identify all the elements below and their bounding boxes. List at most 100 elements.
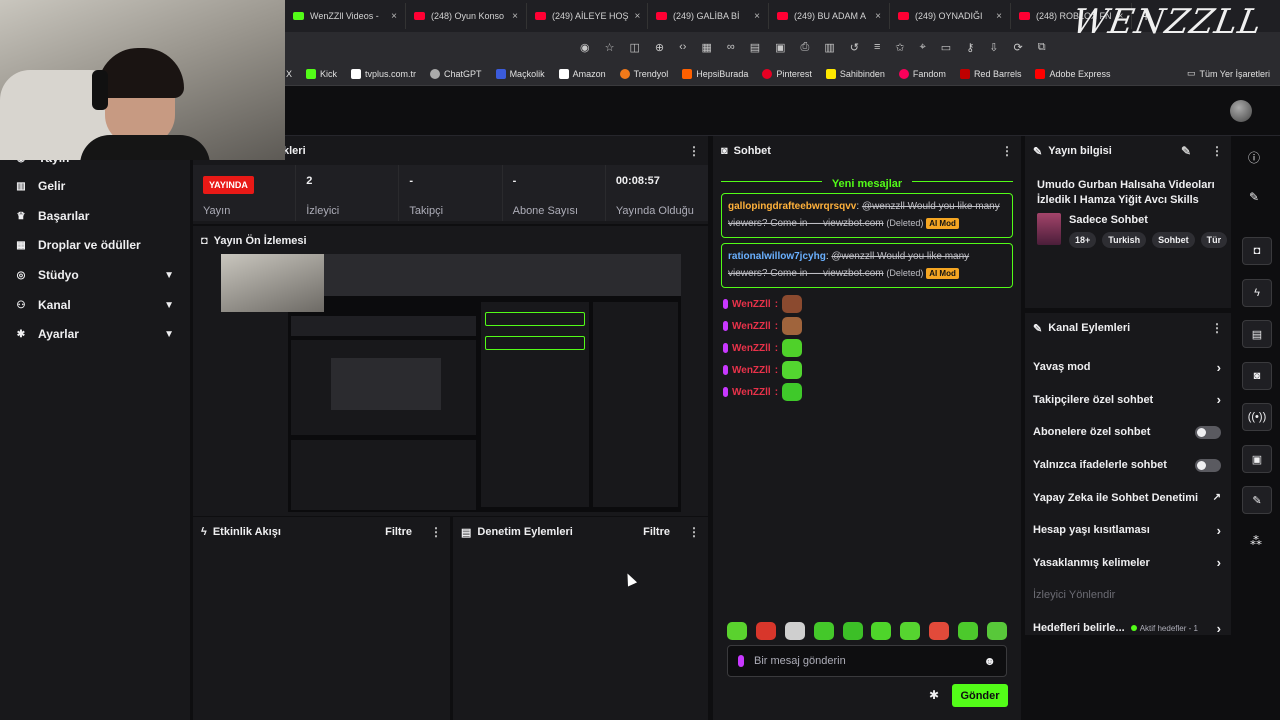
close-icon[interactable]: ×	[754, 11, 760, 22]
layout-toggle-button[interactable]: ▣	[1242, 445, 1272, 473]
preview-toggle-button[interactable]: ◘	[1242, 237, 1272, 265]
sidebar-item-basarilar[interactable]: ♛ Başarılar	[0, 202, 190, 230]
cast-icon[interactable]: ⧉	[1038, 41, 1046, 54]
emote-icon[interactable]	[958, 622, 978, 640]
chat-toggle-button[interactable]: ◙	[1242, 362, 1272, 390]
more-options-icon[interactable]: ⋮	[688, 144, 700, 158]
bookmark-mackolik[interactable]: Maçkolik	[495, 68, 545, 79]
bookmark-sahibinden[interactable]: Sahibinden	[825, 68, 885, 79]
chat-message-flagged[interactable]: gallopingdrafteebwrqrsqvv: @wenzzll Woul…	[721, 193, 1013, 238]
trash-icon[interactable]: ▥	[824, 41, 834, 54]
slow-mode-row[interactable]: Yavaş mod ›	[1025, 351, 1231, 384]
tag[interactable]: 18+	[1069, 232, 1097, 248]
emote-icon[interactable]	[929, 622, 950, 640]
moderation-toggle-button[interactable]: ▤	[1242, 320, 1272, 348]
close-icon[interactable]: ×	[512, 11, 518, 22]
sidebar-item-kanal[interactable]: ⚇ Kanal ▼	[0, 291, 190, 319]
more-options-icon[interactable]: ⋮	[430, 525, 442, 539]
browser-tab[interactable]: WenZZll Videos - ×	[285, 3, 406, 29]
activity-toggle-button[interactable]: ϟ	[1242, 279, 1272, 307]
info-icon[interactable]: ⓘ	[1248, 149, 1260, 166]
filter-button[interactable]: Filtre	[385, 526, 412, 538]
account-age-row[interactable]: Hesap yaşı kısıtlaması ›	[1025, 514, 1231, 547]
star-icon[interactable]: ☆	[605, 41, 615, 54]
chat-username[interactable]: WenZZll	[732, 321, 771, 332]
location-icon[interactable]: ⌖	[920, 41, 926, 54]
chat-message[interactable]: WenZZll:	[713, 337, 1021, 359]
chat-username[interactable]: WenZZll	[732, 387, 771, 398]
avatar[interactable]	[1230, 100, 1252, 122]
browser-tab[interactable]: (248) Oyun Konso ×	[406, 3, 527, 29]
close-icon[interactable]: ×	[391, 11, 397, 22]
browser-tab[interactable]: (249) BU ADAM A ×	[769, 3, 890, 29]
table-icon[interactable]: ▦	[701, 41, 711, 54]
chat-username[interactable]: gallopingdrafteebwrqrsqvv	[728, 201, 856, 212]
sync-icon[interactable]: ⟳	[1013, 41, 1022, 54]
tag[interactable]: Sohbet	[1152, 232, 1195, 248]
bookmark-kick[interactable]: Kick	[306, 68, 337, 79]
download-icon[interactable]: ⇩	[989, 41, 998, 54]
history-icon[interactable]: ↺	[850, 41, 859, 54]
broadcast-toggle-button[interactable]: ((•))	[1242, 403, 1272, 431]
emote-icon[interactable]	[784, 622, 805, 640]
followers-only-row[interactable]: Takipçilere özel sohbet ›	[1025, 384, 1231, 417]
sidebar-item-gelir[interactable]: ▥ Gelir	[0, 172, 190, 200]
emote-icon[interactable]	[986, 622, 1007, 640]
all-bookmarks[interactable]: ▭ Tüm Yer İşaretleri	[1187, 68, 1270, 79]
key-icon[interactable]: ⚷	[966, 41, 974, 54]
share-icon[interactable]: ⁂	[1250, 534, 1262, 548]
reader-icon[interactable]: ▤	[750, 41, 760, 54]
chat-username[interactable]: WenZZll	[732, 299, 771, 310]
ai-moderation-row[interactable]: Yapay Zeka ile Sohbet Denetimi ↗	[1025, 481, 1231, 514]
link-icon[interactable]: ∞	[727, 41, 735, 53]
tag[interactable]: Turkish	[1102, 232, 1147, 248]
more-options-icon[interactable]: ⋮	[1001, 144, 1013, 158]
bookmark-pinterest[interactable]: Pinterest	[762, 68, 812, 79]
browser-tab[interactable]: (249) OYNADIĞI ×	[890, 3, 1011, 29]
send-button[interactable]: Gönder	[952, 684, 1008, 707]
chat-message[interactable]: WenZZll:	[713, 293, 1021, 315]
edit-icon[interactable]: ✎	[1181, 144, 1191, 158]
chat-message[interactable]: WenZZll:	[713, 315, 1021, 337]
sidebar-item-droplar[interactable]: ▦ Droplar ve ödüller	[0, 231, 190, 259]
chat-username[interactable]: WenZZll	[732, 365, 771, 376]
emoji-icon[interactable]: ☻	[983, 654, 996, 668]
close-icon[interactable]: ×	[875, 11, 881, 22]
code-icon[interactable]: ‹›	[679, 41, 686, 53]
chat-message[interactable]: WenZZll:	[713, 359, 1021, 381]
more-options-icon[interactable]: ⋮	[1211, 321, 1223, 335]
grid-icon[interactable]: ▣	[775, 41, 785, 54]
browser-tab[interactable]: (249) GALİBA Bİ ×	[648, 3, 769, 29]
close-icon[interactable]: ×	[635, 11, 641, 22]
chat-username[interactable]: rationalwillow7jcyhg	[728, 251, 826, 262]
category-label[interactable]: Sadece Sohbet	[1069, 214, 1148, 226]
emote-icon[interactable]	[871, 622, 892, 640]
emote-icon[interactable]	[727, 622, 747, 640]
close-icon[interactable]: ×	[996, 11, 1002, 22]
card-icon[interactable]: ▭	[941, 41, 951, 54]
more-options-icon[interactable]: ⋮	[1211, 144, 1223, 158]
bookmark-red-barrels[interactable]: Red Barrels	[959, 68, 1021, 79]
extension-icon[interactable]: ◫	[629, 41, 639, 54]
tools-toggle-button[interactable]: ✎	[1242, 486, 1272, 514]
filter-button[interactable]: Filtre	[643, 526, 670, 538]
banned-words-row[interactable]: Yasaklanmış kelimeler ›	[1025, 547, 1231, 580]
chat-message[interactable]: WenZZll:	[713, 381, 1021, 403]
notes-icon[interactable]: ≡	[874, 41, 880, 53]
subscribers-only-toggle[interactable]	[1195, 425, 1221, 439]
sidebar-item-ayarlar[interactable]: ✱ Ayarlar ▼	[0, 320, 190, 348]
bookmark-trendyol[interactable]: Trendyol	[619, 68, 668, 79]
edit-icon[interactable]: ✎	[1249, 190, 1259, 204]
sidebar-item-studyo[interactable]: ◎ Stüdyo ▼	[0, 261, 190, 289]
browser-tab[interactable]: (249) AİLEYE HOŞ ×	[527, 3, 648, 29]
chat-settings-icon[interactable]: ✱	[929, 688, 939, 702]
stream-preview-video[interactable]	[221, 254, 681, 512]
emote-icon[interactable]	[813, 622, 834, 640]
translate-icon[interactable]: ⊕	[655, 41, 664, 54]
bookmark-star-icon[interactable]: ✩	[895, 41, 904, 54]
emote-icon[interactable]	[755, 622, 776, 640]
chat-input[interactable]: Bir mesaj gönderin ☻	[727, 645, 1007, 677]
bookmark-hepsiburada[interactable]: HepsiBurada	[682, 68, 748, 79]
emote-icon[interactable]	[900, 622, 921, 640]
emote-icon[interactable]	[842, 622, 863, 640]
